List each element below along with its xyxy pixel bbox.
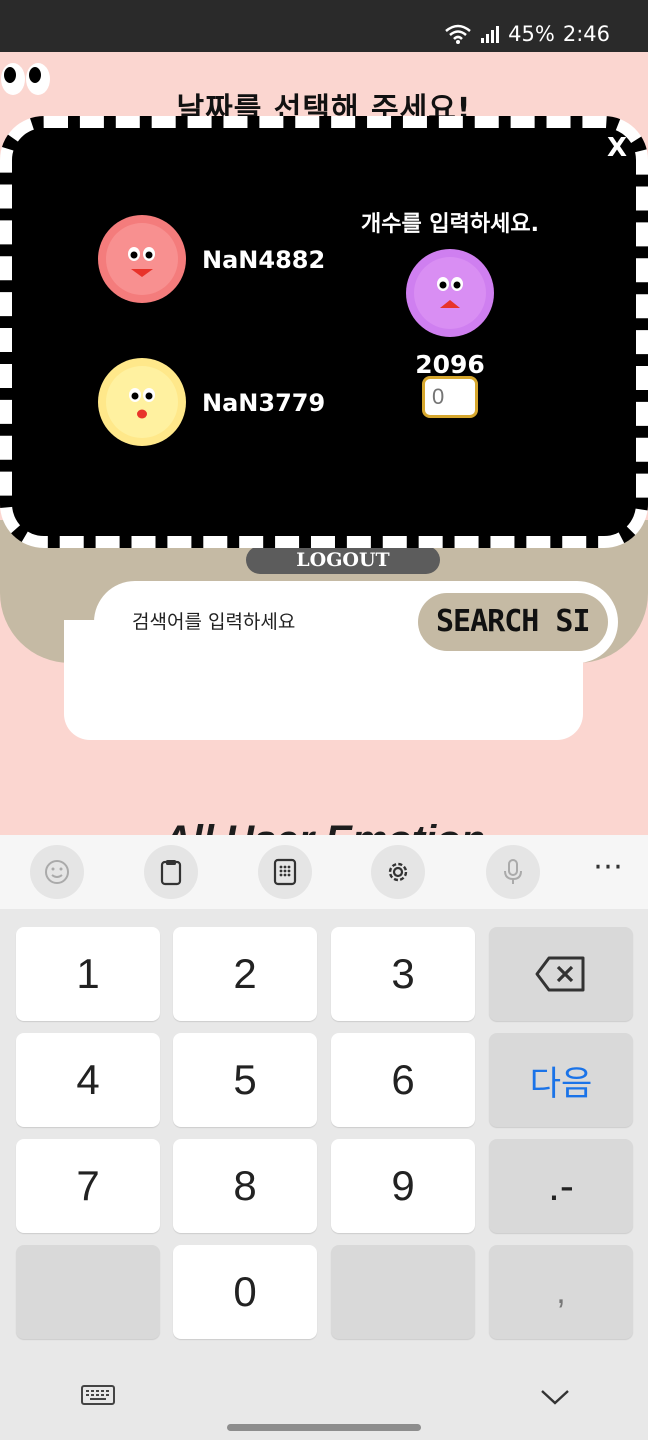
key-5[interactable]: 5 (173, 1033, 317, 1127)
next-key[interactable]: 다음 (489, 1033, 633, 1127)
backspace-icon (535, 956, 585, 992)
backspace-key[interactable] (489, 927, 633, 1021)
keypad-icon[interactable] (258, 845, 312, 899)
row-label: NaN4882 (202, 246, 326, 274)
comma-key[interactable]: , (489, 1245, 633, 1339)
emoji-icon[interactable] (30, 845, 84, 899)
home-indicator (227, 1424, 421, 1431)
settings-icon[interactable] (371, 845, 425, 899)
clipboard-icon[interactable] (144, 845, 198, 899)
count-input[interactable] (422, 376, 478, 418)
key-0[interactable]: 0 (173, 1245, 317, 1339)
keyboard-switch-icon[interactable] (80, 1383, 116, 1407)
wifi-icon (445, 24, 471, 44)
key-3[interactable]: 3 (331, 927, 475, 1021)
hide-keyboard-icon[interactable] (540, 1387, 570, 1407)
key-4[interactable]: 4 (16, 1033, 160, 1127)
blank-key (331, 1245, 475, 1339)
dot-dash-key[interactable]: .- (489, 1139, 633, 1233)
status-bar: 45% 2:46 (0, 0, 648, 52)
signal-icon (481, 26, 500, 43)
count-title: 개수를 입력하세요. (361, 212, 539, 237)
microphone-icon[interactable] (486, 845, 540, 899)
close-button[interactable]: X (602, 133, 632, 163)
keyboard-toolbar: ⋯ (0, 835, 648, 909)
search-bar: SEARCH SI (94, 581, 618, 663)
red-happy-face-icon (97, 214, 187, 304)
blank-key (16, 1245, 160, 1339)
count-modal (0, 116, 648, 548)
numeric-keyboard: ⋯ 1 2 3 4 5 6 다음 7 8 9 .- 0 , (0, 835, 648, 1440)
key-9[interactable]: 9 (331, 1139, 475, 1233)
key-6[interactable]: 6 (331, 1033, 475, 1127)
key-2[interactable]: 2 (173, 927, 317, 1021)
clock: 2:46 (562, 22, 610, 46)
logout-button[interactable]: LOGOUT (246, 546, 440, 574)
key-1[interactable]: 1 (16, 927, 160, 1021)
purple-face-icon (405, 248, 495, 338)
more-icon[interactable]: ⋯ (588, 852, 630, 887)
search-button[interactable]: SEARCH SI (418, 593, 608, 651)
row-label: NaN3779 (202, 389, 326, 417)
battery-level: 45% (508, 22, 555, 46)
count-value: 2096 (415, 350, 485, 379)
yellow-surprised-face-icon (97, 357, 187, 447)
key-7[interactable]: 7 (16, 1139, 160, 1233)
key-8[interactable]: 8 (173, 1139, 317, 1233)
search-input[interactable] (132, 607, 392, 637)
